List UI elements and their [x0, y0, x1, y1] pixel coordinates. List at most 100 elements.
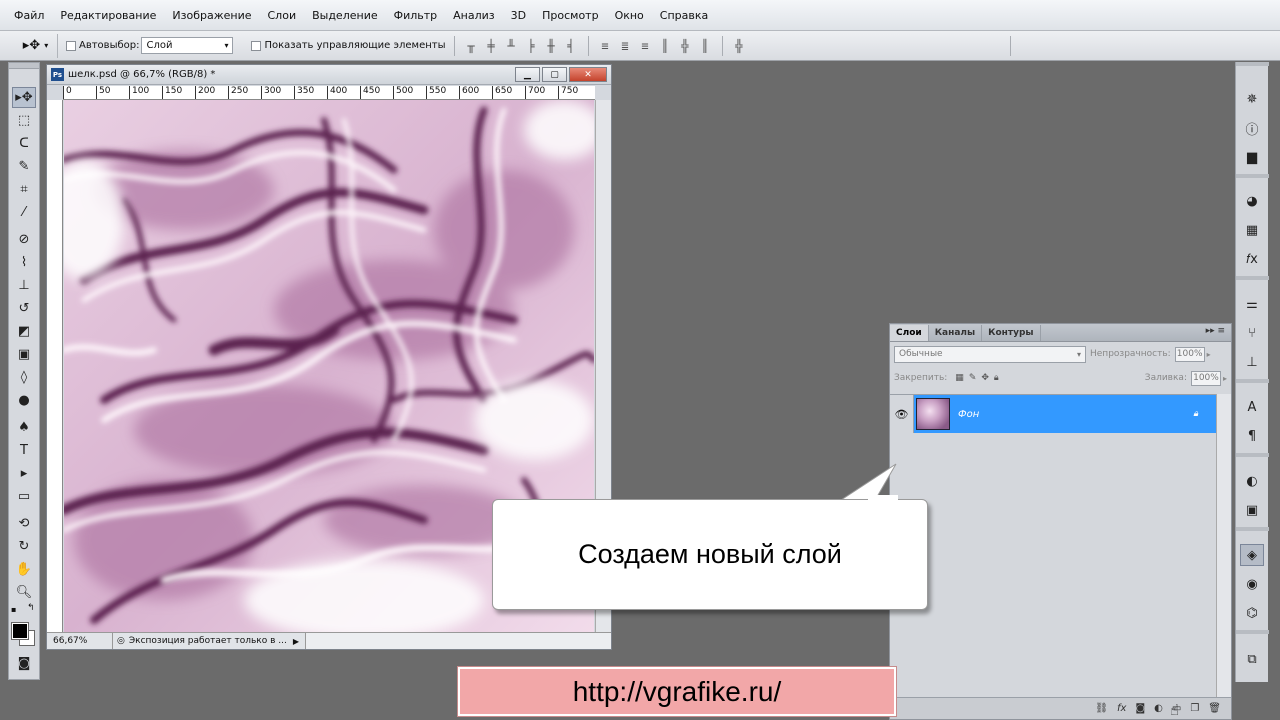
channels-icon[interactable]: ◉ — [1240, 573, 1264, 595]
lock-position-icon[interactable]: ✥ — [981, 373, 989, 383]
toolbox-grip[interactable] — [9, 63, 39, 69]
paths-icon[interactable]: ⌬ — [1240, 602, 1264, 624]
adjustment-icon[interactable]: ◐ — [1154, 703, 1163, 714]
default-colors-icon[interactable]: ▪ — [11, 605, 16, 614]
zoom-icon[interactable]: 🔍︎ — [12, 582, 36, 603]
panel-menu-icon[interactable]: ▸▸ ≡ — [1206, 326, 1225, 336]
zoom-field[interactable]: 66,67% — [47, 633, 113, 649]
swap-colors-icon[interactable]: ↰ — [27, 603, 35, 613]
character-icon[interactable]: A — [1240, 396, 1264, 418]
lock-all-icon[interactable]: 🔒︎ — [994, 373, 999, 383]
3d-rotate-icon[interactable]: ⟲ — [12, 513, 36, 534]
align-bottom-icon[interactable]: ╨ — [503, 37, 520, 54]
distribute-vcenter-icon[interactable]: ≣ — [617, 37, 634, 54]
brush-icon[interactable]: ⌇ — [12, 252, 36, 273]
autoselect-checkbox[interactable]: Автовыбор: — [66, 40, 139, 51]
crop-icon[interactable]: ⌗ — [12, 179, 36, 200]
marquee-icon[interactable]: ⬚ — [12, 110, 36, 131]
layer-selected[interactable]: Фон 🔒︎ — [914, 395, 1218, 433]
healing-icon[interactable]: ⊘ — [12, 229, 36, 250]
align-vcenter-icon[interactable]: ╪ — [483, 37, 500, 54]
lasso-icon[interactable]: ᑕ — [12, 133, 36, 154]
foreground-color-swatch[interactable] — [11, 622, 29, 640]
clone-source-icon[interactable]: ⊥ — [1240, 351, 1264, 373]
hand-icon[interactable]: ✋ — [12, 559, 36, 580]
menu-layers[interactable]: Слои — [260, 0, 305, 31]
eyedropper-icon[interactable]: ⁄ — [12, 202, 36, 223]
fill-field[interactable]: 100% — [1190, 370, 1221, 386]
menu-edit[interactable]: Редактирование — [52, 0, 164, 31]
history-brush-icon[interactable]: ↺ — [12, 298, 36, 319]
horizontal-scrollbar[interactable] — [305, 633, 611, 649]
info-icon[interactable]: ⓘ — [1240, 117, 1264, 139]
distribute-left-icon[interactable]: ║ — [657, 37, 674, 54]
layers-icon[interactable]: ◈ — [1240, 544, 1264, 566]
tool-preset-picker[interactable]: ▸✥ ▾ — [14, 33, 58, 58]
document-titlebar[interactable]: Ps шелк.psd @ 66,7% (RGB/8) * ▁ ▢ ✕ — [47, 65, 611, 85]
mask-icon[interactable]: ◙ — [1135, 703, 1145, 714]
adjustments-icon[interactable]: ⚌ — [1240, 293, 1264, 315]
quick-select-icon[interactable]: ✎ — [12, 156, 36, 177]
gradient-icon[interactable]: ▣ — [12, 344, 36, 365]
menu-select[interactable]: Выделение — [304, 0, 386, 31]
swatches-icon[interactable]: ▦ — [1240, 219, 1264, 241]
masks-icon[interactable]: ◐ — [1240, 470, 1264, 492]
new-layer-icon[interactable]: ❐ — [1190, 703, 1199, 714]
distribute-hcenter-icon[interactable]: ╬ — [677, 37, 694, 54]
blend-mode-dropdown[interactable]: Обычные ▾ — [894, 345, 1086, 363]
menu-analysis[interactable]: Анализ — [445, 0, 503, 31]
brushes-icon[interactable]: ⑂ — [1240, 322, 1264, 344]
fill-arrow-icon[interactable]: ▸ — [1223, 374, 1227, 383]
maximize-button[interactable]: ▢ — [542, 67, 567, 82]
menu-3d[interactable]: 3D — [503, 0, 534, 31]
status-menu-arrow-icon[interactable]: ▶ — [293, 637, 299, 646]
menu-view[interactable]: Просмотр — [534, 0, 606, 31]
layer-row-background[interactable]: 👁︎ Фон 🔒︎ — [890, 395, 1218, 433]
ruler-vertical[interactable] — [47, 100, 63, 633]
styles-icon[interactable]: 𝑓x — [1240, 248, 1264, 270]
stamp-icon[interactable]: ⊥ — [12, 275, 36, 296]
menu-file[interactable]: Файл — [6, 0, 52, 31]
lock-transparent-icon[interactable]: ▦ — [955, 373, 964, 383]
tab-paths[interactable]: Контуры — [982, 325, 1041, 341]
auto-align-icon[interactable]: ╬ — [731, 37, 748, 54]
align-hcenter-icon[interactable]: ╫ — [543, 37, 560, 54]
minimize-button[interactable]: ▁ — [515, 67, 540, 82]
blur-icon[interactable]: ◊ — [12, 367, 36, 388]
status-info-icon[interactable]: ◎ — [117, 636, 125, 646]
menu-window[interactable]: Окно — [607, 0, 652, 31]
show-controls-checkbox[interactable]: Показать управляющие элементы — [251, 40, 446, 51]
shape-icon[interactable]: ▭ — [12, 486, 36, 507]
visibility-eye-icon[interactable]: 👁︎ — [890, 395, 914, 433]
quick-mask-icon[interactable]: ◙ — [12, 653, 36, 674]
link-icon[interactable]: ⛓ — [1095, 703, 1108, 714]
trash-icon[interactable]: 🗑︎ — [1208, 703, 1221, 714]
dodge-icon[interactable]: ● — [12, 390, 36, 411]
menu-help[interactable]: Справка — [652, 0, 716, 31]
align-top-icon[interactable]: ╥ — [463, 37, 480, 54]
layers-scrollbar[interactable] — [1216, 394, 1231, 699]
close-button[interactable]: ✕ — [569, 67, 607, 82]
3d-orbit-icon[interactable]: ↻ — [12, 536, 36, 557]
path-select-icon[interactable]: ▸ — [12, 463, 36, 484]
menu-image[interactable]: Изображение — [164, 0, 259, 31]
eraser-icon[interactable]: ◩ — [12, 321, 36, 342]
move-icon[interactable]: ▸✥ — [12, 87, 36, 108]
paragraph-icon[interactable]: ¶ — [1240, 425, 1264, 447]
tab-layers[interactable]: Слои — [890, 325, 929, 341]
navigator-icon[interactable]: ✵ — [1240, 88, 1264, 110]
align-left-icon[interactable]: ╞ — [523, 37, 540, 54]
history-icon[interactable]: ⧉ — [1240, 648, 1264, 670]
lock-pixels-icon[interactable]: ✎ — [969, 373, 977, 383]
pen-icon[interactable]: ♠ — [12, 417, 36, 438]
distribute-right-icon[interactable]: ║ — [697, 37, 714, 54]
align-right-icon[interactable]: ╡ — [563, 37, 580, 54]
opacity-field[interactable]: 100% — [1174, 346, 1205, 362]
histogram-icon[interactable]: ▆ — [1240, 146, 1264, 168]
distribute-bottom-icon[interactable]: ≡ — [637, 37, 654, 54]
type-icon[interactable]: T — [12, 440, 36, 461]
fx-icon[interactable]: fx — [1117, 703, 1126, 714]
opacity-arrow-icon[interactable]: ▸ — [1207, 350, 1211, 359]
dock-grip[interactable] — [1236, 62, 1269, 66]
distribute-top-icon[interactable]: ≡ — [597, 37, 614, 54]
